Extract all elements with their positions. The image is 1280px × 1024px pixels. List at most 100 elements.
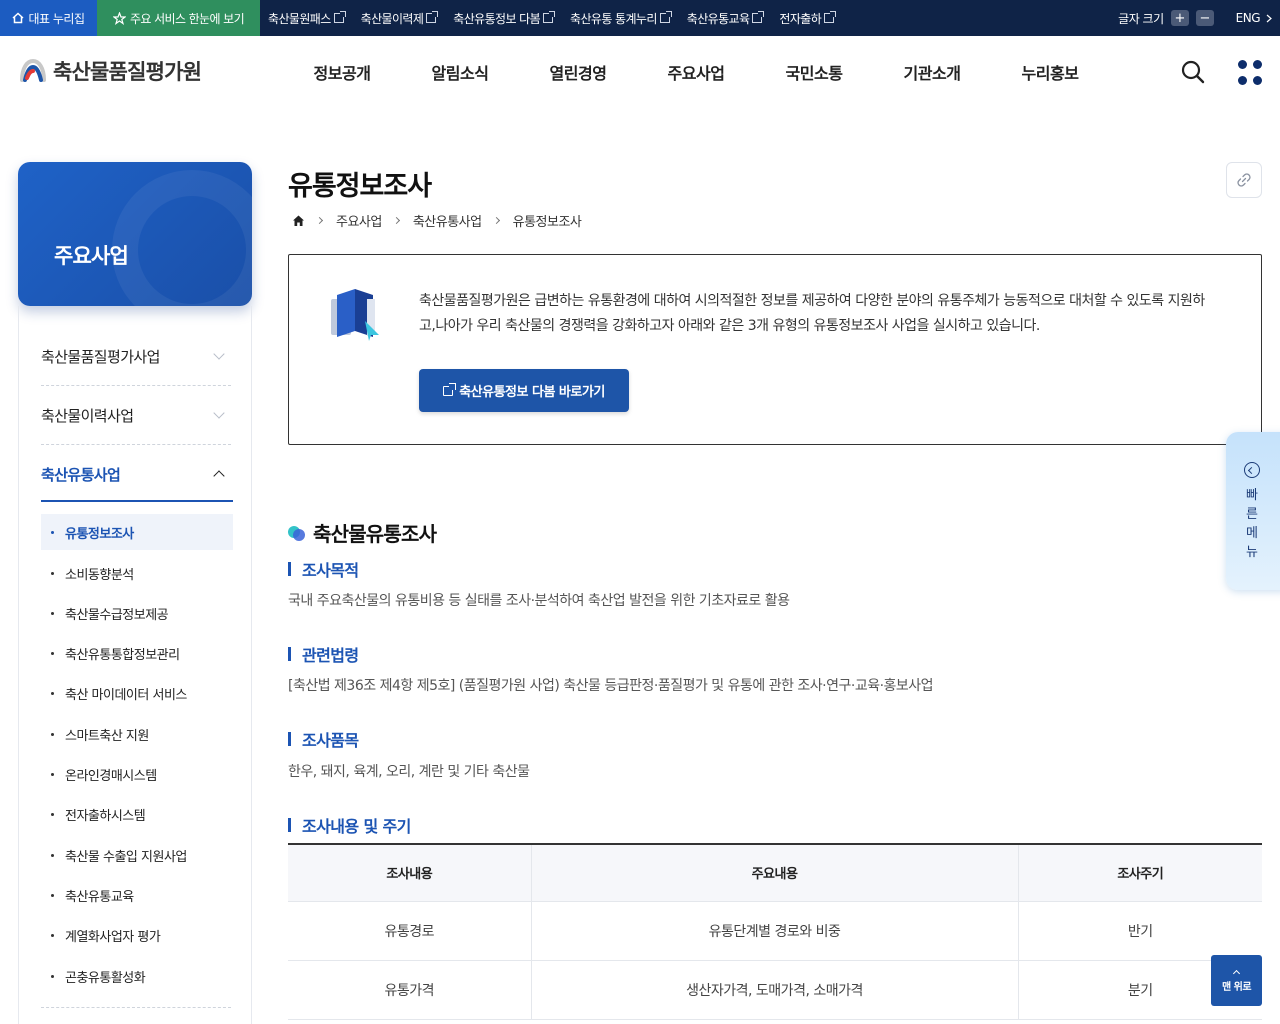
dot	[1238, 76, 1247, 85]
heading-text: 조사품목	[302, 731, 359, 750]
table-cell: 반기	[1017, 901, 1262, 961]
link-label: 축산유통정보 다봄	[453, 11, 541, 26]
side-group-label: 축산유통사업	[41, 465, 121, 484]
side-item-online-auction[interactable]: 온라인경매시스템	[41, 756, 233, 792]
column-header: 조사내용	[288, 843, 531, 902]
column-header: 조사주기	[1017, 843, 1262, 902]
quick-menu-label: 빠른메뉴	[1246, 488, 1258, 560]
nav-info-disclosure[interactable]: 정보공개	[283, 60, 401, 84]
breadcrumb-separator	[315, 216, 324, 225]
all-menu-icon[interactable]	[1238, 60, 1264, 86]
font-size-decrease-button[interactable]: −	[1195, 10, 1214, 26]
section-title: 축산물유통조사	[288, 518, 437, 547]
nav-about[interactable]: 기관소개	[873, 60, 991, 84]
external-link-icon	[659, 11, 672, 23]
nav-communication[interactable]: 국민소통	[755, 60, 873, 84]
external-link-icon	[824, 11, 837, 23]
side-item-integrator-evaluation[interactable]: 계열화사업자 평가	[41, 917, 233, 953]
back-to-top-label: 맨 위로	[1221, 982, 1252, 993]
external-link-onepass[interactable]: 축산물원패스	[268, 10, 346, 27]
heading-text: 조사내용 및 주기	[302, 817, 411, 836]
side-group-quality-evaluation[interactable]: 축산물품질평가사업	[41, 327, 231, 385]
utility-right: 글자 크기 + − ENG	[1118, 0, 1280, 36]
link-icon	[1237, 173, 1251, 187]
external-link-traceability[interactable]: 축산물이력제	[361, 10, 439, 27]
table-row: 유통가격 생산자가격, 도매가격, 소매가격 분기	[288, 960, 1262, 1020]
side-hero-title: 주요사업	[54, 244, 129, 268]
home-link[interactable]: 대표 누리집	[0, 0, 97, 36]
law-body: [축산법 제36조 제4항 제5호] (품질평가원 사업) 축산물 등급판정·품…	[288, 678, 934, 694]
logo-text: 축산물품질평가원	[53, 60, 202, 84]
decorative-ring	[112, 170, 252, 306]
items-heading: 조사품목	[288, 727, 359, 751]
external-link-e-shipping[interactable]: 전자출하	[779, 10, 837, 27]
side-item-export-import[interactable]: 축산물 수출입 지원사업	[41, 837, 233, 873]
table-row: 유통경로 유통단계별 경로와 비중 반기	[288, 901, 1262, 961]
dot	[1253, 60, 1262, 69]
chevron-right-icon	[1266, 14, 1272, 22]
external-link-dabom[interactable]: 축산유통정보 다봄	[453, 10, 556, 27]
side-group-label: 축산물이력사업	[41, 406, 134, 425]
nav-news[interactable]: 알림소식	[401, 60, 519, 84]
quick-menu-icon	[1244, 462, 1260, 478]
quick-menu-button[interactable]: 빠른메뉴	[1226, 432, 1280, 590]
chevron-down-icon	[213, 348, 225, 360]
services-overview-button[interactable]: 주요 서비스 한눈에 보기	[97, 0, 260, 36]
dabom-shortcut-label: 축산유통정보 다봄 바로가기	[459, 385, 605, 400]
breadcrumb-separator	[492, 216, 500, 225]
book-icon	[331, 289, 379, 341]
side-item-distribution-survey[interactable]: 유통정보조사	[41, 514, 233, 550]
dabom-shortcut-button[interactable]: 축산유통정보 다봄 바로가기	[419, 369, 629, 412]
side-item-consumption-trend[interactable]: 소비동향분석	[41, 555, 233, 591]
font-size-increase-button[interactable]: +	[1170, 10, 1189, 26]
home-icon[interactable]	[292, 214, 305, 227]
chevron-down-icon	[213, 407, 225, 419]
side-group-distribution[interactable]: 축산유통사업	[41, 445, 231, 503]
font-size-label: 글자 크기	[1118, 11, 1164, 26]
chevron-up-icon	[213, 470, 225, 482]
side-group-traceability[interactable]: 축산물이력사업	[41, 386, 231, 444]
nav-promotion[interactable]: 누리홍보	[991, 60, 1109, 84]
dot	[1238, 60, 1247, 69]
table-cell: 유통가격	[288, 960, 531, 1020]
external-link-education[interactable]: 축산유통교육	[687, 10, 765, 27]
purpose-heading: 조사목적	[288, 557, 359, 581]
table-cell: 유통단계별 경로와 비중	[530, 901, 1018, 961]
home-link-label: 대표 누리집	[28, 11, 85, 26]
search-icon[interactable]	[1180, 59, 1206, 85]
side-item-integrated-info[interactable]: 축산유통통합정보관리	[41, 635, 233, 671]
site-logo[interactable]: 축산물품질평가원	[18, 56, 202, 86]
link-label: 전자출하	[779, 11, 822, 26]
breadcrumb-item[interactable]: 주요사업	[336, 211, 382, 230]
side-item-e-shipping[interactable]: 전자출하시스템	[41, 796, 233, 832]
chevron-up-icon	[1232, 969, 1241, 978]
logo-mark-icon	[20, 58, 46, 82]
items-body: 한우, 돼지, 육계, 오리, 계란 및 기타 축산물	[288, 764, 530, 780]
table-cell: 생산자가격, 도매가격, 소매가격	[530, 960, 1018, 1020]
external-link-icon	[333, 11, 346, 23]
nav-open-management[interactable]: 열린경영	[519, 60, 637, 84]
link-label: 축산유통 통계누리	[570, 11, 657, 26]
back-to-top-button[interactable]: 맨 위로	[1211, 955, 1262, 1006]
language-button[interactable]: ENG	[1236, 11, 1272, 25]
external-link-statistics[interactable]: 축산유통 통계누리	[570, 10, 672, 27]
utility-bar: 대표 누리집 주요 서비스 한눈에 보기 축산물원패스 축산물이력제 축산유통정…	[0, 0, 1280, 36]
external-link-icon	[443, 382, 457, 396]
side-hero: 주요사업	[18, 162, 252, 306]
side-item-supply-info[interactable]: 축산물수급정보제공	[41, 595, 233, 631]
purpose-body: 국내 주요축산물의 유통비용 등 실태를 조사·분석하여 축산업 발전을 위한 …	[288, 593, 790, 609]
side-item-mydata[interactable]: 축산 마이데이터 서비스	[41, 675, 233, 711]
services-overview-label: 주요 서비스 한눈에 보기	[129, 11, 245, 26]
nav-main-business[interactable]: 주요사업	[637, 60, 755, 84]
table-cell: 유통경로	[288, 901, 531, 961]
intro-box: 축산물품질평가원은 급변하는 유통환경에 대하여 시의적절한 정보를 제공하여 …	[288, 254, 1262, 445]
side-item-education[interactable]: 축산유통교육	[41, 877, 233, 913]
side-item-smart-livestock[interactable]: 스마트축산 지원	[41, 716, 233, 752]
breadcrumb-item[interactable]: 축산유통사업	[413, 211, 482, 230]
site-header: 축산물품질평가원 정보공개 알림소식 열린경영 주요사업 국민소통 기관소개 누…	[0, 36, 1280, 108]
law-heading: 관련법령	[288, 642, 359, 666]
share-link-button[interactable]	[1226, 162, 1262, 198]
column-header: 주요내용	[530, 843, 1018, 902]
side-item-insect-distribution[interactable]: 곤충유통활성화	[41, 958, 233, 994]
external-link-icon	[543, 11, 556, 23]
